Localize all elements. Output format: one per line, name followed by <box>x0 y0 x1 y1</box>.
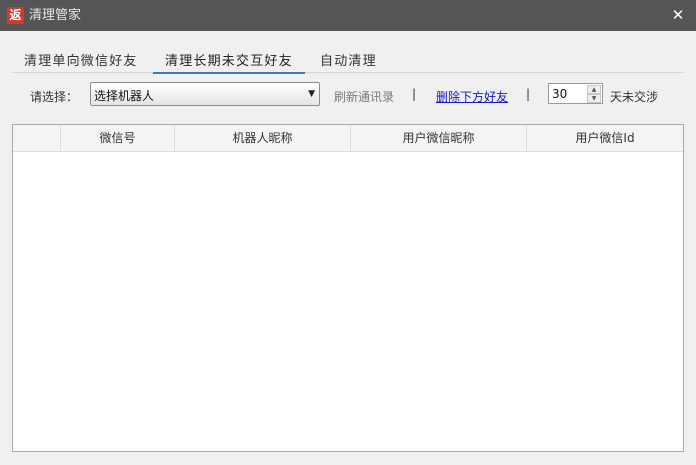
tab-bar: 清理单向微信好友 清理长期未交互好友 自动清理 <box>13 47 683 74</box>
select-label: 请选择： <box>30 90 79 104</box>
days-stepper[interactable]: 30 ▲ ▼ <box>548 83 603 104</box>
robot-select-value: 选择机器人 <box>94 89 155 103</box>
column-header-wechat-id[interactable]: 微信号 <box>61 125 175 152</box>
chevron-down-icon: ▼ <box>308 89 315 99</box>
friends-table[interactable]: 微信号 机器人昵称 用户微信昵称 用户微信Id <box>12 124 684 452</box>
app-logo-icon: 返 <box>7 7 24 24</box>
tab-clean-inactive-friends[interactable]: 清理长期未交互好友 <box>153 50 305 74</box>
column-header-user-id[interactable]: 用户微信Id <box>527 125 683 152</box>
refresh-contacts-button[interactable]: 刷新通讯录 <box>334 88 394 105</box>
window-title: 清理管家 <box>29 8 82 23</box>
table-header: 微信号 机器人昵称 用户微信昵称 用户微信Id <box>13 125 683 152</box>
column-header-robot-nickname[interactable]: 机器人昵称 <box>175 125 351 152</box>
days-value: 30 <box>552 87 568 101</box>
column-header-select[interactable] <box>13 125 61 152</box>
main-window: 清理单向微信好友 清理长期未交互好友 自动清理 请选择： 选择机器人 ▼ 刷新通… <box>0 31 696 465</box>
separator: | <box>526 87 531 101</box>
close-icon[interactable]: ✕ <box>670 6 686 24</box>
delete-friends-link[interactable]: 删除下方好友 <box>436 88 508 105</box>
stepper-up-icon[interactable]: ▲ <box>587 85 601 94</box>
tab-auto-clean[interactable]: 自动清理 <box>320 50 377 72</box>
title-bar: 返 清理管家 ✕ <box>0 0 696 31</box>
column-header-user-nickname[interactable]: 用户微信昵称 <box>351 125 527 152</box>
days-suffix-label: 天未交涉 <box>610 90 659 104</box>
tab-clean-one-way-friends[interactable]: 清理单向微信好友 <box>24 50 138 72</box>
stepper-down-icon[interactable]: ▼ <box>587 94 601 103</box>
separator: | <box>412 87 417 101</box>
robot-select[interactable]: 选择机器人 ▼ <box>90 82 320 106</box>
